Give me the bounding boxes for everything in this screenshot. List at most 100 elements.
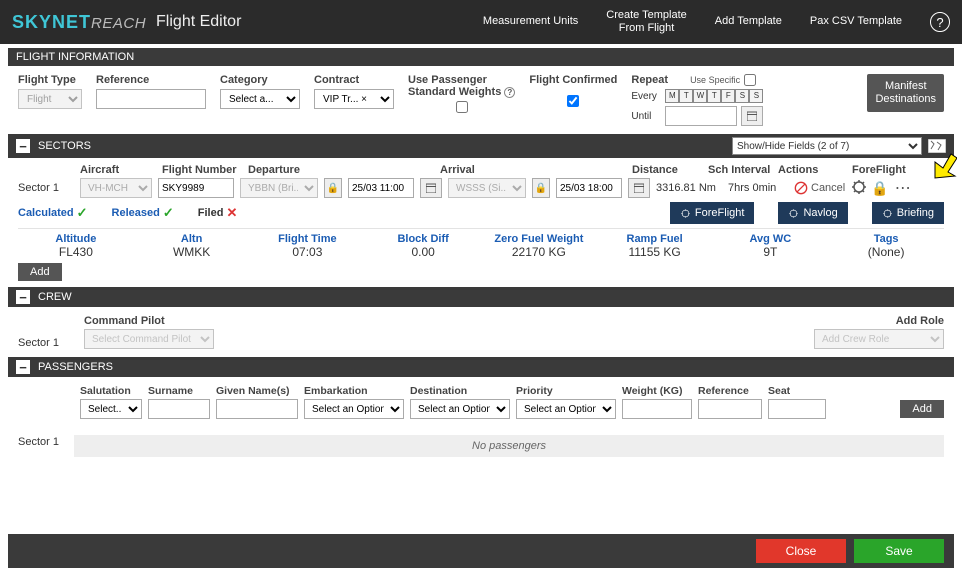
section-crew-header: − CREW	[8, 287, 954, 307]
toggle-passengers[interactable]: −	[16, 360, 30, 374]
input-given-name[interactable]	[216, 399, 298, 419]
manifest-destinations-button[interactable]: Manifest Destinations	[867, 74, 944, 112]
repeat-day[interactable]: T	[679, 89, 693, 103]
input-until-date[interactable]	[665, 106, 737, 126]
input-flight-number[interactable]	[158, 178, 234, 198]
section-title: PASSENGERS	[38, 361, 113, 373]
section-passengers-header: − PASSENGERS	[8, 357, 954, 377]
col-embarkation: Embarkation	[304, 385, 404, 397]
calendar-icon[interactable]	[628, 178, 650, 198]
select-dep-airport[interactable]: YBBN (Bri...	[240, 178, 318, 198]
label-use-specific: Use Specific	[690, 75, 740, 85]
value-sch-interval: 7hrs 0min	[728, 182, 788, 194]
label-altitude: Altitude	[18, 233, 134, 245]
label-every: Every	[631, 91, 661, 102]
checkbox-use-specific[interactable]	[744, 74, 756, 86]
lock-icon[interactable]: 🔒	[324, 178, 342, 198]
info-icon[interactable]: ?	[504, 87, 515, 98]
lock-icon[interactable]: 🔒	[871, 180, 888, 197]
status-calculated: Calculated✓	[18, 205, 88, 221]
input-surname[interactable]	[148, 399, 210, 419]
value-altn: WMKK	[134, 245, 250, 259]
select-arr-airport[interactable]: WSSS (Si...	[448, 178, 526, 198]
value-avg-wc: 9T	[713, 245, 829, 259]
select-category[interactable]: Select a...	[220, 89, 300, 109]
link-create-template[interactable]: Create Template From Flight	[606, 9, 687, 35]
repeat-day[interactable]: S	[735, 89, 749, 103]
add-passenger-button[interactable]: Add	[900, 400, 944, 418]
value-zfw: 22170 KG	[481, 245, 597, 259]
label-zfw: Zero Fuel Weight	[481, 233, 597, 245]
select-destination[interactable]: Select an Option	[410, 399, 510, 419]
input-pax-reference[interactable]	[698, 399, 762, 419]
input-reference[interactable]	[96, 89, 206, 109]
label-reference: Reference	[96, 74, 206, 86]
select-add-role[interactable]: Add Crew Role	[814, 329, 944, 349]
select-show-hide-fields[interactable]: Show/Hide Fields (2 of 7)	[732, 137, 922, 155]
close-button[interactable]: Close	[756, 539, 846, 563]
help-icon[interactable]: ?	[930, 12, 950, 32]
select-aircraft[interactable]: VH-MCH	[80, 178, 152, 198]
input-seat[interactable]	[768, 399, 826, 419]
section-title: CREW	[38, 291, 72, 303]
briefing-button[interactable]: Briefing	[872, 202, 944, 224]
add-sector-button[interactable]: Add	[18, 263, 62, 281]
select-command-pilot[interactable]: Select Command Pilot	[84, 329, 214, 349]
input-weight[interactable]	[622, 399, 692, 419]
sector-label: Sector 1	[18, 337, 74, 349]
more-actions-icon[interactable]: ⋯	[895, 178, 912, 198]
repeat-day[interactable]: S	[749, 89, 763, 103]
crew-panel: Command Pilot Add Role Sector 1 Select C…	[8, 307, 954, 357]
repeat-day[interactable]: F	[721, 89, 735, 103]
lock-icon[interactable]: 🔒	[532, 178, 550, 198]
select-embarkation[interactable]: Select an Option	[304, 399, 404, 419]
link-add-template[interactable]: Add Template	[715, 15, 782, 28]
input-dep-time[interactable]	[348, 178, 414, 198]
status-released: Released✓	[112, 205, 174, 221]
action-cancel[interactable]: Cancel	[794, 181, 845, 195]
label-avg-wc: Avg WC	[713, 233, 829, 245]
label-add-role: Add Role	[896, 315, 944, 327]
navlog-button[interactable]: Navlog	[778, 202, 847, 224]
gear-icon[interactable]	[851, 179, 867, 198]
label-flight-confirmed: Flight Confirmed	[529, 74, 617, 86]
label-tags: Tags	[828, 233, 944, 245]
checkbox-use-pax-std[interactable]	[456, 101, 468, 113]
value-block-diff: 0.00	[365, 245, 481, 259]
section-sectors-header: − SECTORS Show/Hide Fields (2 of 7)	[8, 134, 954, 158]
label-altn: Altn	[134, 233, 250, 245]
callout-arrow-icon	[931, 152, 957, 182]
save-button[interactable]: Save	[854, 539, 944, 563]
repeat-day[interactable]: T	[707, 89, 721, 103]
topbar: SKYNETREACH Flight Editor Measurement Un…	[0, 0, 962, 44]
label-block-diff: Block Diff	[365, 233, 481, 245]
label-use-pax-std: Use PassengerStandard Weights ?	[408, 74, 515, 98]
col-salutation: Salutation	[80, 385, 142, 397]
repeat-day[interactable]: M	[665, 89, 679, 103]
sector-label: Sector 1	[18, 182, 74, 194]
value-ramp-fuel: 11155 KG	[597, 245, 713, 259]
toggle-sectors[interactable]: −	[16, 139, 30, 153]
select-flight-type[interactable]: Flight	[18, 89, 82, 109]
section-flight-info-header: FLIGHT INFORMATION	[8, 48, 954, 66]
col-seat: Seat	[768, 385, 826, 397]
checkbox-flight-confirmed[interactable]	[567, 95, 579, 107]
toggle-crew[interactable]: −	[16, 290, 30, 304]
calendar-icon[interactable]	[420, 178, 442, 198]
select-contract[interactable]: VIP Tr... ×	[314, 89, 394, 109]
col-departure: Departure	[248, 164, 434, 176]
value-tags: (None)	[828, 245, 944, 259]
link-pax-csv[interactable]: Pax CSV Template	[810, 15, 902, 28]
no-passengers-message: No passengers	[74, 435, 944, 457]
col-reference: Reference	[698, 385, 762, 397]
calendar-icon[interactable]	[741, 106, 763, 126]
label-contract: Contract	[314, 74, 394, 86]
input-arr-time[interactable]	[556, 178, 622, 198]
link-measurement-units[interactable]: Measurement Units	[483, 15, 578, 28]
repeat-day[interactable]: W	[693, 89, 707, 103]
select-priority[interactable]: Select an Option	[516, 399, 616, 419]
sector-label: Sector 1	[18, 436, 74, 448]
foreflight-button[interactable]: ForeFlight	[670, 202, 755, 224]
col-sch-interval: Sch Interval	[708, 164, 772, 176]
select-salutation[interactable]: Select...	[80, 399, 142, 419]
